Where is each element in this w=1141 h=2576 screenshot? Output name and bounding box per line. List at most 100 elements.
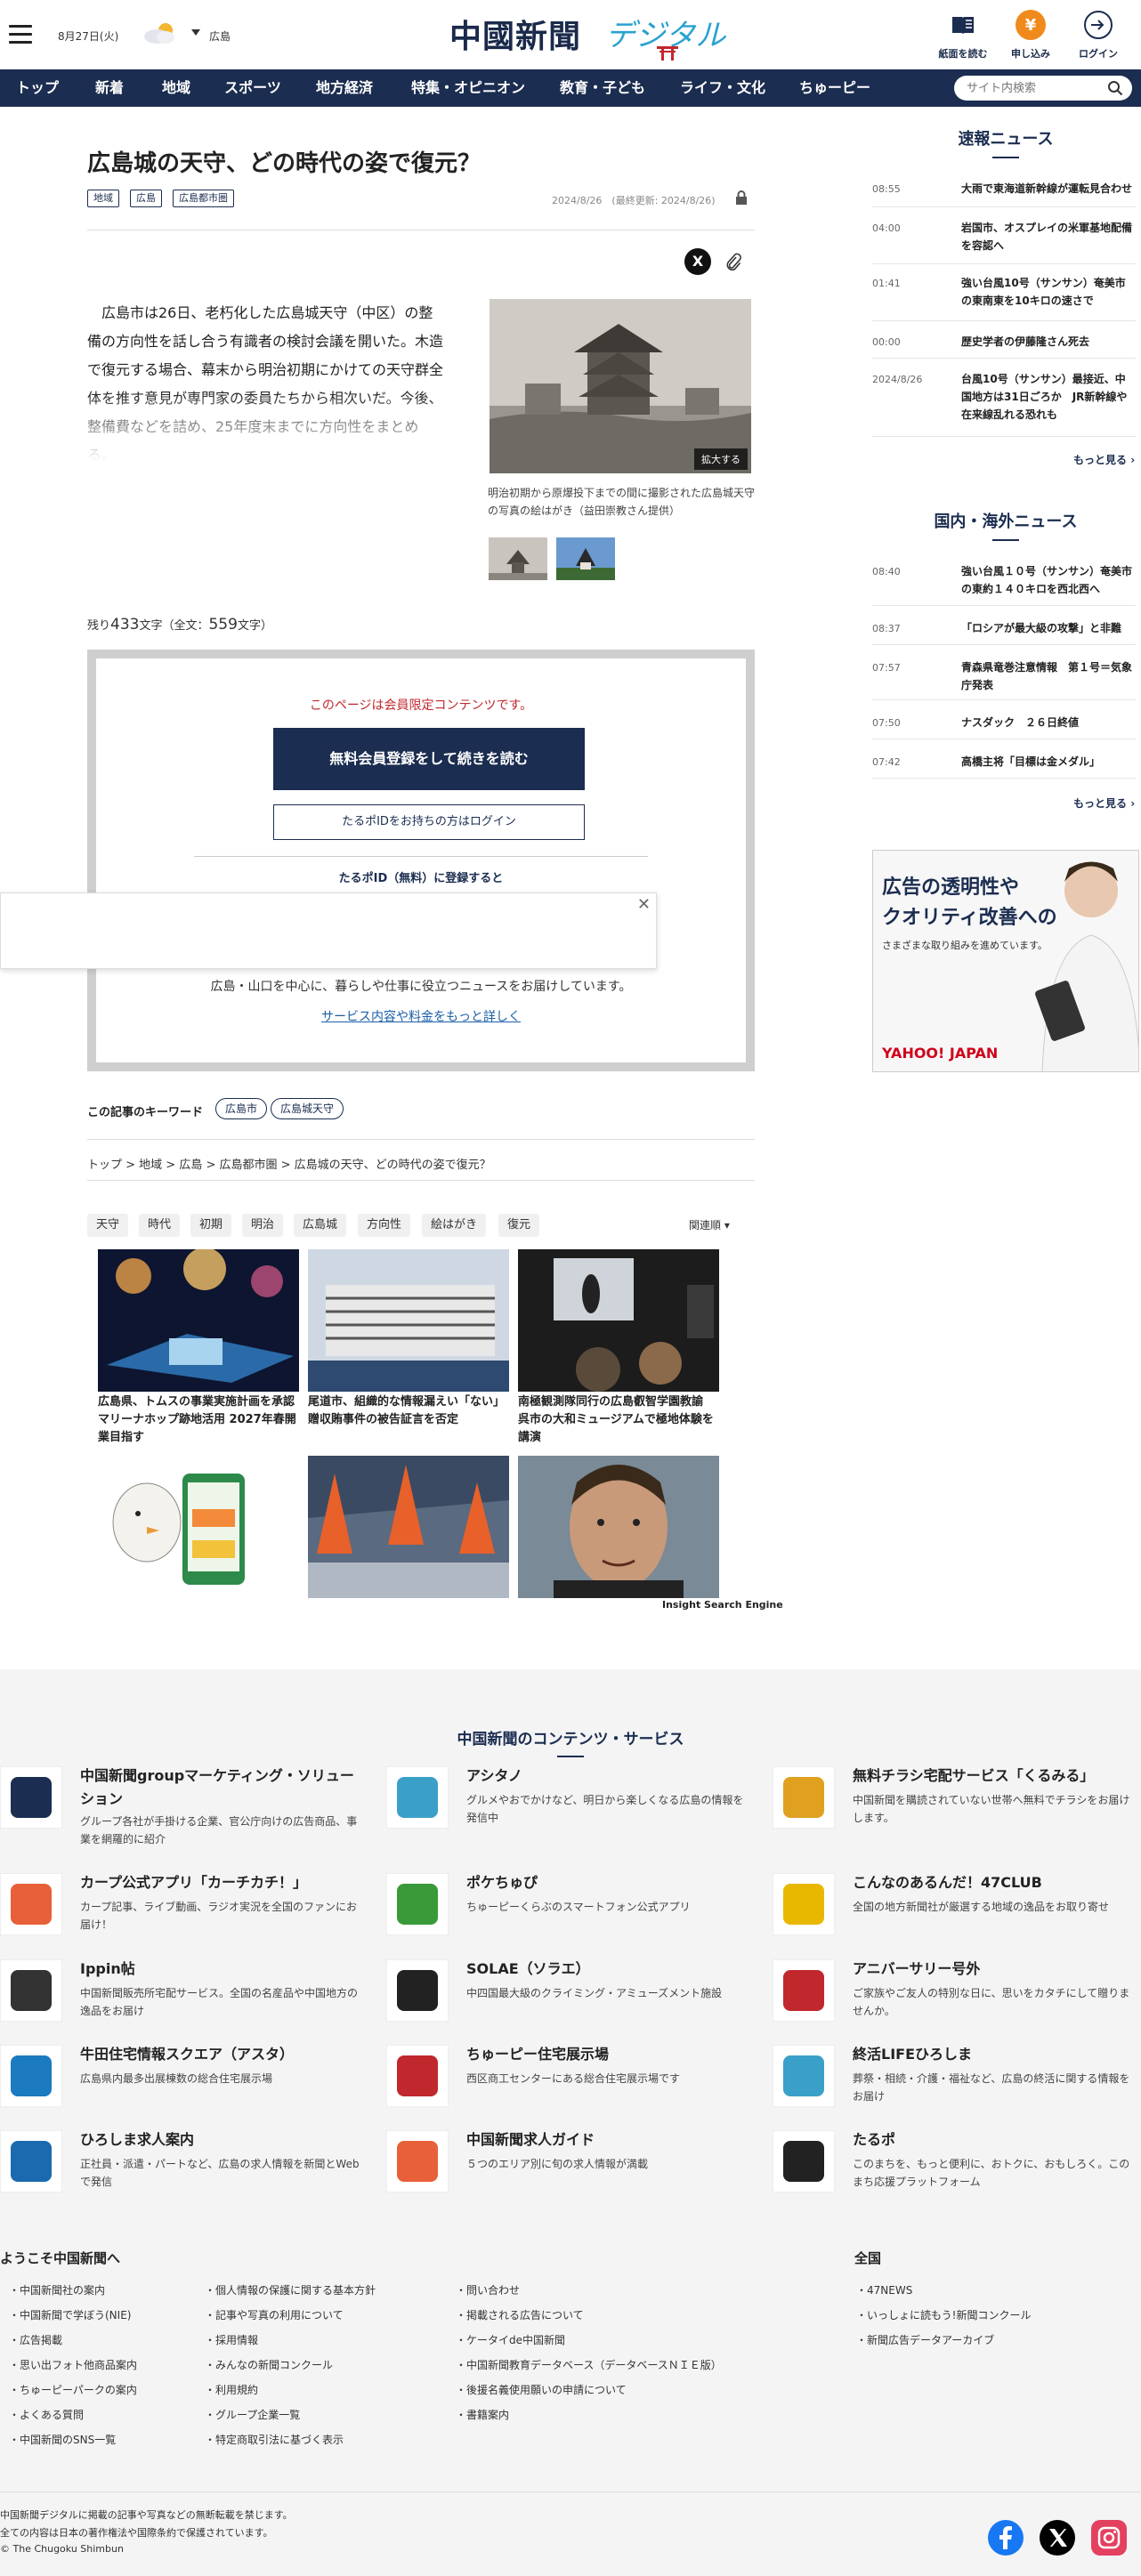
news-item[interactable]: 高橋主将「目標は金メダル」: [961, 753, 1136, 771]
service-title[interactable]: たるポ: [853, 2128, 1137, 2152]
footer-link[interactable]: ・記事や写真の利用について: [205, 2307, 344, 2322]
footer-link[interactable]: ・いっしょに読もう!新聞コンクール: [856, 2307, 1031, 2322]
news-item[interactable]: 「ロシアが最大級の攻撃」と非難: [961, 619, 1136, 637]
more-link[interactable]: もっと見る ›: [1073, 452, 1135, 467]
footer-link[interactable]: ・47NEWS: [856, 2282, 912, 2297]
ippin-logo[interactable]: [0, 1959, 62, 2022]
service-title[interactable]: 終活LIFEひろしま: [853, 2043, 1137, 2066]
service-title[interactable]: ちゅーピー住宅展示場: [466, 2043, 751, 2066]
tag-chip[interactable]: 明治: [242, 1214, 284, 1237]
service-title[interactable]: アシタノ: [466, 1764, 751, 1788]
close-icon[interactable]: ✕: [637, 895, 651, 914]
news-item[interactable]: 青森県竜巻注意情報 第１号＝気象庁発表: [961, 658, 1136, 694]
tarupo-logo[interactable]: [773, 2130, 835, 2192]
sponsored-image-1[interactable]: [98, 1456, 299, 1598]
service-title[interactable]: 無料チラシ宅配サービス「くるみる」: [853, 1764, 1137, 1788]
service-title[interactable]: こんなのあるんだ！47CLUB: [853, 1871, 1137, 1894]
tag-chip[interactable]: 天守: [87, 1214, 129, 1237]
job-guide-logo[interactable]: [386, 2130, 449, 2192]
nav-new[interactable]: 新着: [75, 69, 144, 107]
nav-region[interactable]: 地域: [144, 69, 208, 107]
service-title[interactable]: SOLAE（ソラエ）: [466, 1958, 751, 1981]
related-article-image-2[interactable]: [308, 1249, 509, 1392]
footer-link[interactable]: ・利用規約: [205, 2382, 258, 2397]
service-title[interactable]: 牛田住宅情報スクエア（アスタ）: [80, 2043, 365, 2066]
solae-logo[interactable]: [386, 1959, 449, 2022]
footer-link[interactable]: ・問い合わせ: [456, 2282, 520, 2297]
login-button[interactable]: ログイン: [1070, 7, 1127, 62]
footer-link[interactable]: ・掲載される広告について: [456, 2307, 584, 2322]
nav-chupy[interactable]: ちゅーピー: [785, 69, 885, 107]
marketing-logo[interactable]: [0, 1766, 62, 1829]
site-logo[interactable]: 中國新聞 デジタル: [449, 9, 743, 61]
sponsored-image-3[interactable]: [518, 1456, 719, 1598]
footer-link[interactable]: ・みんなの新聞コンクール: [205, 2357, 333, 2372]
news-item[interactable]: 岩国市、オスプレイの米軍基地配備を容認へ: [961, 219, 1136, 254]
more-link[interactable]: もっと見る ›: [1073, 795, 1135, 811]
footer-link[interactable]: ・個人情報の保護に関する基本方針: [205, 2282, 376, 2297]
news-item[interactable]: 歴史学者の伊藤隆さん死去: [961, 333, 1136, 351]
footer-link[interactable]: ・広告掲載: [9, 2332, 62, 2347]
service-title[interactable]: カープ公式アプリ「カーチカチ！」: [80, 1871, 365, 1894]
photo-thumbnail-1[interactable]: [489, 537, 547, 580]
keyword-chip[interactable]: 広島城天守: [271, 1098, 344, 1119]
47club-logo[interactable]: [773, 1873, 835, 1935]
nav-education[interactable]: 教育・子ども: [545, 69, 660, 107]
footer-link[interactable]: ・新聞広告データアーカイブ: [856, 2332, 994, 2347]
news-item[interactable]: 強い台風10号（サンサン）奄美市の東南東を10キロの速さで: [961, 274, 1136, 310]
service-title[interactable]: アニバーサリー号外: [853, 1958, 1137, 1981]
footer-link[interactable]: ・特定商取引法に基づく表示: [205, 2432, 344, 2447]
tarupo-login-button[interactable]: たるポIDをお持ちの方はログイン: [273, 804, 585, 840]
hamburger-menu-icon[interactable]: [9, 25, 32, 44]
tag-chip[interactable]: 初期: [190, 1214, 232, 1237]
service-title[interactable]: 中国新聞求人ガイド: [466, 2128, 751, 2152]
footer-link[interactable]: ・後援名義使用願いの申請について: [456, 2382, 627, 2397]
news-item[interactable]: 大雨で東海道新幹線が運転見合わせ: [961, 180, 1136, 198]
footer-link[interactable]: ・中国新聞で学ぼう(NIE): [9, 2307, 131, 2322]
news-item[interactable]: ナスダック ２６日終値: [961, 714, 1136, 731]
service-title[interactable]: Ippin帖: [80, 1958, 365, 1981]
sponsored-image-2[interactable]: [308, 1456, 509, 1598]
ashitano-logo[interactable]: [386, 1766, 449, 1829]
footer-link[interactable]: ・中国新聞社の案内: [9, 2282, 105, 2297]
read-paper-button[interactable]: 紙面を読む: [935, 7, 991, 62]
service-title[interactable]: 中国新聞groupマーケティング・ソリューション: [80, 1764, 365, 1811]
shukatsu-logo[interactable]: [773, 2045, 835, 2107]
footer-link[interactable]: ・グループ企業一覧: [205, 2407, 300, 2422]
x-icon[interactable]: [1040, 2520, 1075, 2556]
chevron-down-icon[interactable]: [191, 29, 200, 36]
tag-metro[interactable]: 広島都市圏: [173, 190, 234, 207]
search-input[interactable]: [967, 79, 1100, 97]
footer-link[interactable]: ・中国新聞のSNS一覧: [9, 2432, 116, 2447]
tag-chip[interactable]: 方向性: [358, 1214, 411, 1237]
tag-chip[interactable]: 広島城: [294, 1214, 347, 1237]
related-article-image-3[interactable]: [518, 1249, 719, 1392]
tag-hiroshima[interactable]: 広島: [130, 190, 162, 207]
kurumiru-logo[interactable]: [773, 1766, 835, 1829]
anniversary-logo[interactable]: [773, 1959, 835, 2022]
news-item[interactable]: 台風10号（サンサン）最接近、中国地方は31日ごろか JR新幹線や在来線乱れる恐…: [961, 370, 1136, 424]
nav-life[interactable]: ライフ・文化: [660, 69, 785, 107]
service-title[interactable]: ポケちゅぴ: [466, 1871, 751, 1894]
footer-link[interactable]: ・思い出フォト他商品案内: [9, 2357, 137, 2372]
region-selector[interactable]: 広島: [209, 28, 231, 44]
free-register-button[interactable]: 無料会員登録をして続きを読む: [273, 728, 585, 790]
footer-link[interactable]: ・中国新聞教育データベース（データベースＮＩＥ版）: [456, 2357, 722, 2372]
footer-link[interactable]: ・ケータイde中国新聞: [456, 2332, 565, 2347]
related-article-image-1[interactable]: [98, 1248, 299, 1392]
subscribe-button[interactable]: ¥ 申し込み: [1002, 7, 1059, 62]
sort-select[interactable]: 関連順 ▾: [689, 1214, 730, 1237]
tag-chip[interactable]: 絵はがき: [422, 1214, 487, 1237]
footer-link[interactable]: ・書籍案内: [456, 2407, 509, 2422]
nav-top[interactable]: トップ: [0, 69, 75, 107]
chupy-house-logo[interactable]: [386, 2045, 449, 2107]
footer-link[interactable]: ・ちゅーピーパークの案内: [9, 2382, 137, 2397]
related-article-title[interactable]: 南極観測隊同行の広島叡智学園教諭 呉市の大和ミュージアムで極地体験を講演: [518, 1393, 719, 1447]
service-details-link[interactable]: サービス内容や料金をもっと詳しく: [96, 1007, 746, 1025]
hiroshima-job-logo[interactable]: [0, 2130, 62, 2192]
tag-chip[interactable]: 復元: [498, 1214, 540, 1237]
nav-feature[interactable]: 特集・オピニオン: [392, 69, 545, 107]
nav-economy[interactable]: 地方経済: [297, 69, 392, 107]
photo-thumbnail-2[interactable]: [556, 537, 615, 580]
facebook-icon[interactable]: [988, 2520, 1024, 2556]
